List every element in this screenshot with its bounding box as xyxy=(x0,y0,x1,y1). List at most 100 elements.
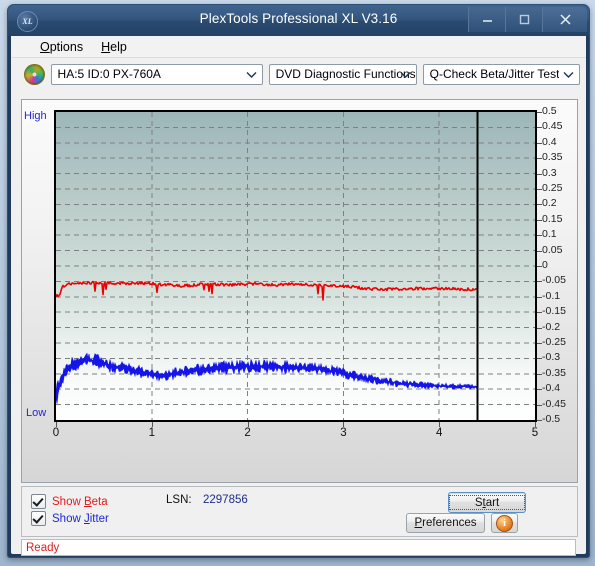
y-axis-tick-label: -0.3 xyxy=(542,351,561,364)
start-button[interactable]: St art xyxy=(448,492,526,513)
menu-item-help[interactable]: Help xyxy=(92,38,136,56)
preferences-accel: P xyxy=(414,517,423,529)
show-jitter-accel: J xyxy=(83,512,90,525)
y-axis-tick-label: 0.45 xyxy=(542,120,563,133)
x-axis-tick-label: 3 xyxy=(340,427,347,439)
test-select-value: Q-Check Beta/Jitter Test xyxy=(429,67,560,81)
minimize-icon[interactable] xyxy=(468,7,505,32)
y-axis-tick-mark xyxy=(537,312,542,314)
chart-label-high: High xyxy=(24,110,47,122)
menu-item-options[interactable]: Options xyxy=(31,38,92,56)
y-axis-tick-mark xyxy=(537,266,542,267)
x-axis-tick-label: 0 xyxy=(52,427,60,439)
show-jitter-label: Show Jitter xyxy=(52,512,109,525)
y-axis-tick-label: 0 xyxy=(542,259,548,271)
y-axis-tick-label: -0.45 xyxy=(542,397,566,410)
x-axis-tick-mark xyxy=(56,422,57,427)
y-axis-tick-label: -0.4 xyxy=(542,382,561,395)
chart-panel: High Low 0.5 0.45 0.4 0.35 0.3 0.25 0.2 0.15 0.1… xyxy=(21,99,578,483)
menu-options-accel: O xyxy=(40,39,50,54)
y-axis-tick-mark xyxy=(537,189,542,190)
chevron-down-icon xyxy=(400,65,411,84)
chart-svg xyxy=(56,112,535,420)
y-axis-tick-label: -0.05 xyxy=(542,274,566,287)
y-axis-tick-mark xyxy=(537,420,542,421)
title-bar: XL PlexTools Professional XL V3.16 xyxy=(8,5,589,36)
function-select[interactable]: DVD Diagnostic Functions xyxy=(268,63,417,85)
app-root: XL PlexTools Professional XL V3.16 Optio… xyxy=(0,0,595,566)
checkbox-icon[interactable] xyxy=(31,511,46,526)
x-axis-tick-label: 5 xyxy=(531,427,539,439)
y-axis-tick-label: -0.35 xyxy=(542,366,566,379)
y-axis-tick-label: -0.1 xyxy=(542,289,561,302)
window-controls xyxy=(468,7,587,32)
y-axis-tick-mark xyxy=(537,219,542,221)
show-beta-checkbox[interactable]: Show Beta xyxy=(31,494,108,509)
y-axis-tick-mark xyxy=(537,373,542,375)
x-axis-tick-mark xyxy=(247,422,249,427)
x-axis-tick-label: 1 xyxy=(148,427,155,439)
toolbar: HA:5 ID:0 PX-760A DVD Diagnostic Functio… xyxy=(11,58,586,90)
y-axis-tick-label: 0.3 xyxy=(542,166,557,179)
y-axis-tick-label: 0.4 xyxy=(542,135,557,148)
application-window: XL PlexTools Professional XL V3.16 Optio… xyxy=(7,4,590,558)
chart-label-low: Low xyxy=(26,407,47,419)
y-axis-tick-label: -0.25 xyxy=(542,336,566,348)
y-axis-tick-mark xyxy=(537,358,542,360)
preferences-button[interactable]: Preferences xyxy=(406,513,485,533)
menu-bar: Options Help xyxy=(11,36,586,58)
y-axis-tick-mark xyxy=(537,235,542,237)
function-select-value: DVD Diagnostic Functions xyxy=(275,67,416,81)
y-axis-tick-label: -0.5 xyxy=(542,413,561,425)
close-icon[interactable] xyxy=(542,7,587,32)
menu-options-rest: ptions xyxy=(49,39,84,54)
y-axis-tick-mark xyxy=(537,173,542,175)
disc-icon xyxy=(24,63,45,85)
y-axis-tick-mark xyxy=(537,142,542,144)
maximize-icon[interactable] xyxy=(505,7,542,32)
y-axis-tick-mark xyxy=(537,204,542,206)
y-axis-tick-mark xyxy=(537,327,542,329)
start-accel: t xyxy=(482,496,486,509)
y-axis-tick-mark xyxy=(537,127,542,129)
x-axis-tick-mark xyxy=(439,422,441,427)
options-panel: Show Beta Show Jitter LSN: 2297856 St art… xyxy=(21,486,578,537)
y-axis-tick-mark xyxy=(537,250,542,252)
y-axis-tick-label: -0.15 xyxy=(542,305,566,318)
x-axis-tick-label: 2 xyxy=(244,427,251,439)
x-axis-tick-mark xyxy=(343,422,345,427)
checkbox-icon[interactable] xyxy=(31,494,46,509)
show-beta-label: Show Beta xyxy=(52,495,108,508)
x-axis-tick-mark xyxy=(151,422,153,427)
show-beta-accel: B xyxy=(83,495,92,508)
lsn-value: 2297856 xyxy=(203,494,248,506)
y-axis-tick-label: 0.05 xyxy=(542,243,563,256)
test-select[interactable]: Q-Check Beta/Jitter Test xyxy=(422,63,580,85)
menu-help-rest: elp xyxy=(110,39,127,54)
show-jitter-checkbox[interactable]: Show Jitter xyxy=(31,511,109,526)
y-axis-tick-label: -0.2 xyxy=(542,320,561,333)
chevron-down-icon xyxy=(563,65,574,84)
info-button[interactable]: i xyxy=(491,513,518,533)
y-axis-tick-mark xyxy=(537,112,542,113)
y-axis-tick-mark xyxy=(537,389,542,391)
y-axis-tick-label: 0.15 xyxy=(542,212,563,225)
chart-plot-area xyxy=(54,110,537,422)
y-axis-tick-label: 0.5 xyxy=(542,105,557,117)
y-axis-tick-label: 0.2 xyxy=(542,197,557,210)
y-axis-tick-label: 0.1 xyxy=(542,228,557,241)
x-axis-tick-label: 4 xyxy=(435,427,443,439)
x-axis-tick-mark xyxy=(535,422,536,427)
status-bar: Ready xyxy=(21,539,576,556)
preferences-button-label: Preferences xyxy=(414,517,477,529)
drive-select-value: HA:5 ID:0 PX-760A xyxy=(57,67,161,81)
start-button-label: St art xyxy=(449,495,525,510)
client-area: Options Help HA:5 ID:0 PX-760A DVD Diagn… xyxy=(11,36,586,556)
drive-select[interactable]: HA:5 ID:0 PX-760A xyxy=(50,63,263,85)
info-icon: i xyxy=(496,514,513,532)
y-axis-tick-mark xyxy=(537,296,542,298)
y-axis-tick-label: 0.35 xyxy=(542,151,563,164)
lsn-label: LSN: xyxy=(166,494,192,506)
y-axis-tick-mark xyxy=(537,404,542,406)
y-axis-tick-label: 0.25 xyxy=(542,182,563,194)
